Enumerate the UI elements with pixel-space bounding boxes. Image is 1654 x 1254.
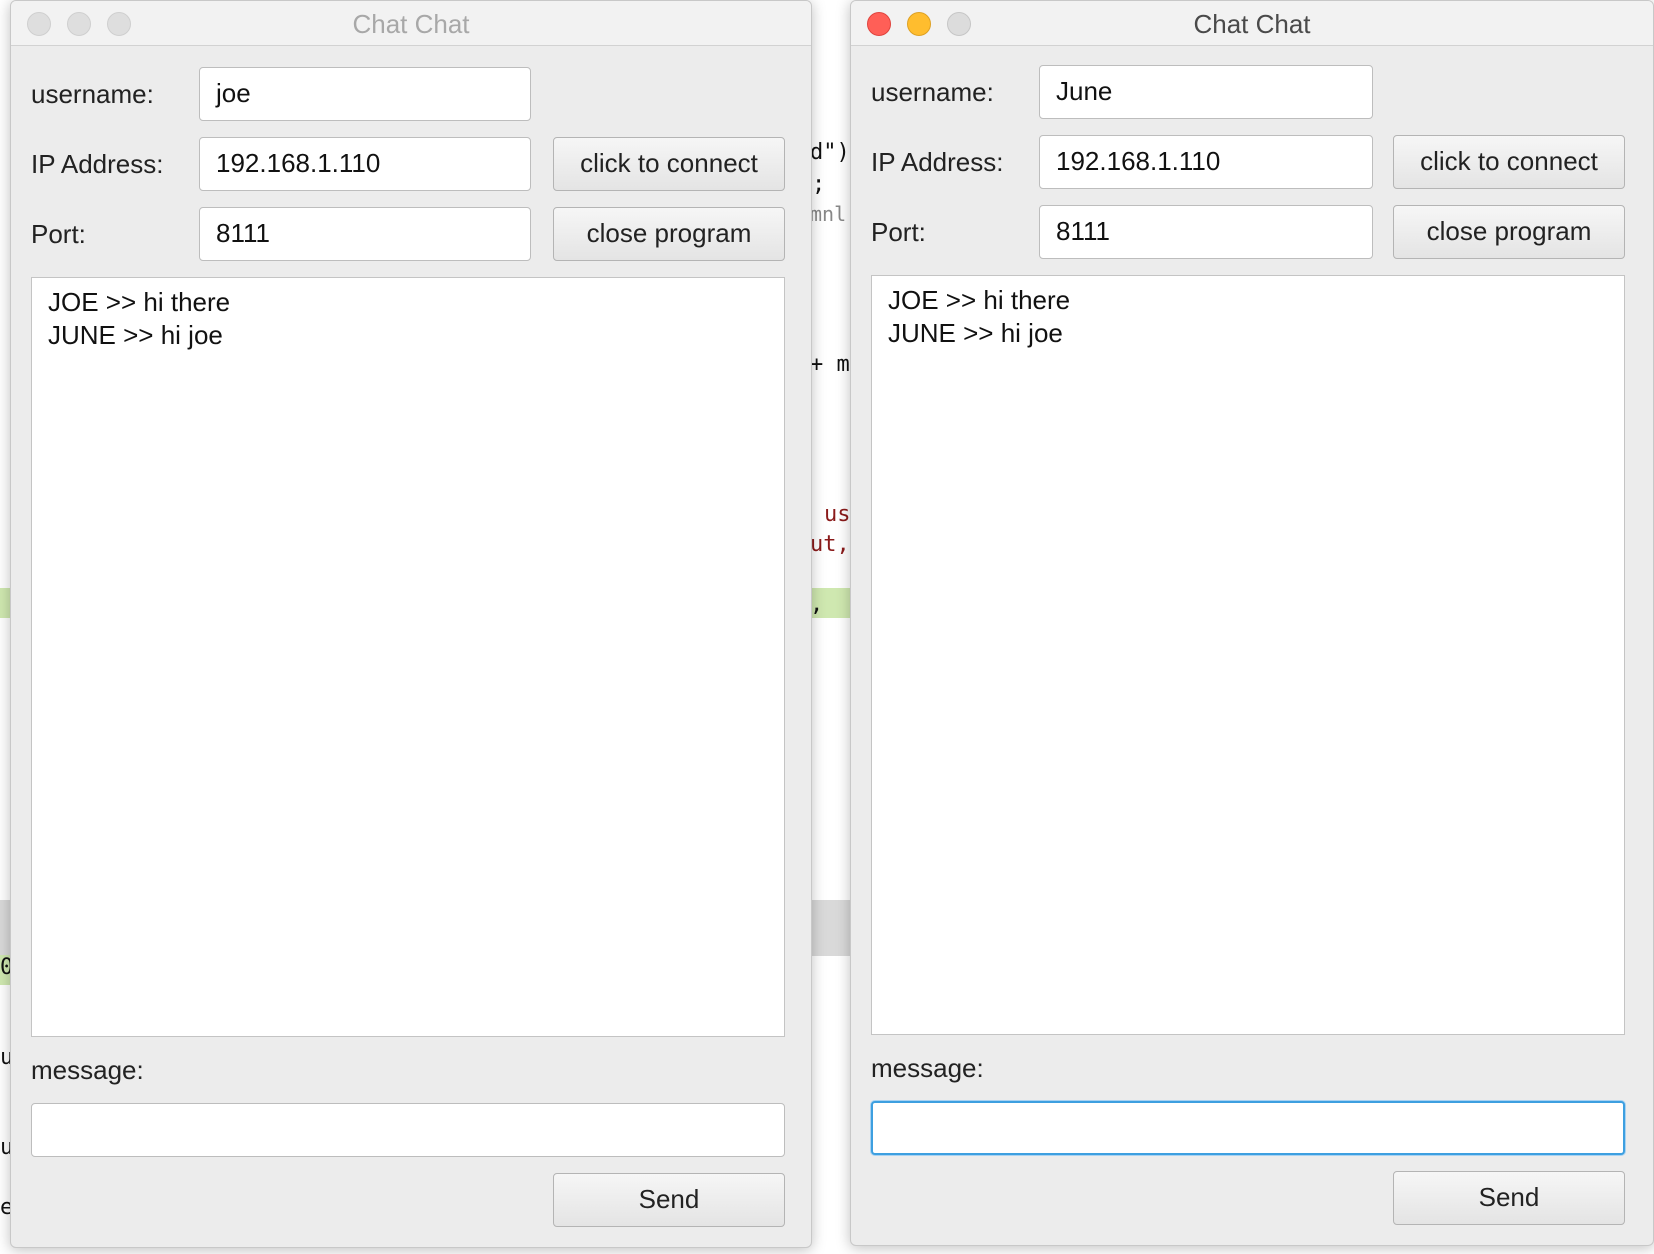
port-input[interactable]: 8111 <box>199 207 531 261</box>
ip-address-label: IP Address: <box>871 147 1004 177</box>
code-fragment: d") <box>810 140 850 165</box>
message-input[interactable] <box>31 1103 785 1157</box>
chat-log-area[interactable]: JOE >> hi there JUNE >> hi joe <box>871 275 1625 1035</box>
code-fragment: ut, <box>810 532 850 557</box>
close-program-button[interactable]: close program <box>553 207 785 261</box>
chat-message: JOE >> hi there <box>888 285 1071 315</box>
username-label: username: <box>871 77 994 107</box>
port-input[interactable]: 8111 <box>1039 205 1373 259</box>
chat-message: JUNE >> hi joe <box>888 318 1063 348</box>
ip-address-label: IP Address: <box>31 149 164 179</box>
send-button[interactable]: Send <box>553 1173 785 1227</box>
close-program-button[interactable]: close program <box>1393 205 1625 259</box>
code-fragment: + m <box>810 352 850 377</box>
username-label: username: <box>31 79 154 109</box>
window-title: Chat Chat <box>1193 9 1311 39</box>
connect-button[interactable]: click to connect <box>1393 135 1625 189</box>
code-fragment: us <box>824 502 851 527</box>
title-bar[interactable]: Chat Chat <box>851 1 1653 46</box>
window-title: Chat Chat <box>352 9 470 39</box>
username-input[interactable]: joe <box>199 67 531 121</box>
chat-message: JOE >> hi there <box>48 287 231 317</box>
port-label: Port: <box>871 217 926 247</box>
code-fragment: ; <box>812 172 826 197</box>
send-button[interactable]: Send <box>1393 1171 1625 1225</box>
connect-button[interactable]: click to connect <box>553 137 785 191</box>
title-bar[interactable]: Chat Chat <box>11 1 811 46</box>
code-fragment: mnl <box>810 202 847 226</box>
port-label: Port: <box>31 219 86 249</box>
message-label: message: <box>871 1053 984 1083</box>
chat-message: JUNE >> hi joe <box>48 320 223 350</box>
username-input[interactable]: June <box>1039 65 1373 119</box>
ip-address-input[interactable]: 192.168.1.110 <box>1039 135 1373 189</box>
chat-window-joe: Chat Chat username: joe IP Address: 192.… <box>10 0 812 1248</box>
message-input[interactable] <box>871 1101 1625 1155</box>
ip-address-input[interactable]: 192.168.1.110 <box>199 137 531 191</box>
chat-window-june: Chat Chat username: June IP Address: 192… <box>850 0 1654 1246</box>
message-label: message: <box>31 1055 144 1085</box>
chat-log-area[interactable]: JOE >> hi there JUNE >> hi joe <box>31 277 785 1037</box>
